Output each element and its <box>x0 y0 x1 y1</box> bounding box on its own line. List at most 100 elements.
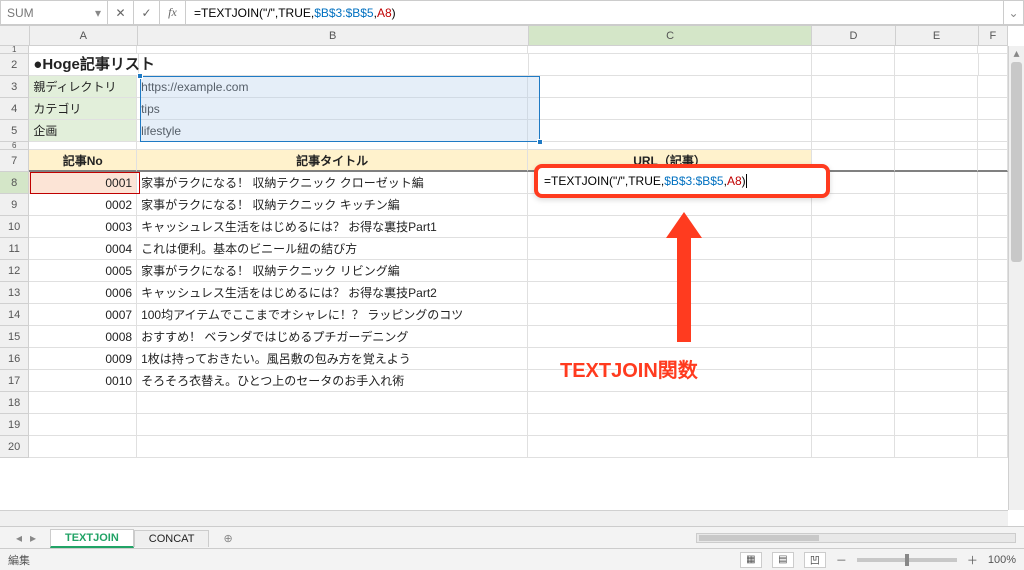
article-no[interactable]: 0003 <box>29 216 137 238</box>
table-row: 150008おすすめ！ ベランダではじめるプチガーデニング <box>0 326 1008 348</box>
col-header-E[interactable]: E <box>896 26 979 46</box>
article-title[interactable]: そろそろ衣替え。ひとつ上のセータのお手入れ術 <box>137 370 528 392</box>
column-headers: A B C D E F <box>30 26 1008 46</box>
row-header[interactable]: 4 <box>0 98 29 120</box>
article-no[interactable]: 0002 <box>29 194 137 216</box>
zoom-in-button[interactable]: ＋ <box>967 552 978 568</box>
col-header-C[interactable]: C <box>529 26 813 46</box>
article-title[interactable]: 100均アイテムでここまでオシャレに！？ ラッピングのコツ <box>137 304 528 326</box>
article-no[interactable]: 0001 <box>29 172 137 194</box>
table-row: 1600091枚は持っておきたい。風呂敷の包み方を覚えよう <box>0 348 1008 370</box>
row-header[interactable]: 15 <box>0 326 29 348</box>
name-box-dropdown-icon[interactable]: ▾ <box>95 6 101 20</box>
sheet-tab-bar: ◂ ▸ TEXTJOIN CONCAT ⊕ <box>0 526 1024 548</box>
zoom-out-button[interactable]: － <box>836 552 847 568</box>
col-title-title[interactable]: 記事タイトル <box>137 150 528 172</box>
row-header[interactable]: 13 <box>0 282 29 304</box>
vertical-scrollbar[interactable]: ▴ <box>1008 46 1024 510</box>
row-header[interactable]: 12 <box>0 260 29 282</box>
article-title[interactable]: 家事がラクになる！ 収納テクニック キッチン編 <box>137 194 528 216</box>
sheet-tab-concat[interactable]: CONCAT <box>134 530 210 547</box>
row-header[interactable]: 3 <box>0 76 29 98</box>
row-header[interactable]: 10 <box>0 216 29 238</box>
sheet-title[interactable]: ●Hoge記事リスト <box>29 54 139 76</box>
param-label[interactable]: 親ディレクトリ <box>29 76 137 98</box>
table-row: 90002家事がラクになる！ 収納テクニック キッチン編 <box>0 194 1008 216</box>
status-bar: 編集 ▦ ▤ 凹 － ＋ 100% <box>0 548 1024 570</box>
zoom-level[interactable]: 100% <box>988 554 1016 566</box>
grid-row: 20 <box>0 436 1008 458</box>
col-header-A[interactable]: A <box>30 26 138 46</box>
row-header[interactable]: 7 <box>0 150 29 172</box>
view-pagebreak-button[interactable]: 凹 <box>804 552 826 568</box>
annotation-arrow-icon <box>664 212 704 342</box>
status-mode: 編集 <box>8 552 30 568</box>
param-value[interactable]: tips <box>137 98 528 120</box>
param-label[interactable]: 企画 <box>29 120 137 142</box>
col-header-F[interactable]: F <box>979 26 1008 46</box>
cancel-formula-button[interactable]: ✕ <box>108 0 134 25</box>
row-header[interactable]: 5 <box>0 120 29 142</box>
row-header[interactable]: 16 <box>0 348 29 370</box>
annotation-label: TEXTJOIN関数 <box>560 354 698 383</box>
view-normal-button[interactable]: ▦ <box>740 552 762 568</box>
grid-row: 2 ●Hoge記事リスト <box>0 54 1008 76</box>
insert-function-button[interactable]: fx <box>160 0 186 25</box>
add-sheet-button[interactable]: ⊕ <box>209 530 237 547</box>
article-title[interactable]: 家事がラクになる！ 収納テクニック リビング編 <box>137 260 528 282</box>
article-no[interactable]: 0005 <box>29 260 137 282</box>
article-no[interactable]: 0010 <box>29 370 137 392</box>
tab-nav-prev-icon[interactable]: ◂ <box>12 531 26 545</box>
cell-editor[interactable]: =TEXTJOIN("/",TRUE, $B$3:$B$5 , A8 ) <box>534 164 830 198</box>
text-cursor-icon <box>746 174 747 188</box>
article-title[interactable]: おすすめ！ ベランダではじめるプチガーデニング <box>137 326 528 348</box>
article-title[interactable]: 1枚は持っておきたい。風呂敷の包み方を覚えよう <box>137 348 528 370</box>
zoom-slider[interactable] <box>857 558 957 562</box>
article-title[interactable]: これは便利。基本のビニール紐の結び方 <box>137 238 528 260</box>
formula-token-range: $B$3:$B$5 <box>314 6 373 20</box>
row-header[interactable]: 17 <box>0 370 29 392</box>
grid-row: 6 <box>0 142 1008 150</box>
row-header[interactable]: 9 <box>0 194 29 216</box>
row-header[interactable]: 14 <box>0 304 29 326</box>
spreadsheet-grid[interactable]: A B C D E F 1 2 ●Hoge記事リスト 3 親ディレクトリ htt… <box>0 26 1024 526</box>
formula-token-post: ) <box>392 6 396 20</box>
article-title[interactable]: キャッシュレス生活をはじめるには？ お得な裏技Part2 <box>137 282 528 304</box>
article-no[interactable]: 0006 <box>29 282 137 304</box>
name-box[interactable]: SUM ▾ <box>0 0 108 25</box>
select-all-corner[interactable] <box>0 26 30 46</box>
row-header[interactable]: 19 <box>0 414 29 436</box>
col-title-no[interactable]: 記事No <box>29 150 137 172</box>
param-value[interactable]: lifestyle <box>137 120 528 142</box>
article-no[interactable]: 0007 <box>29 304 137 326</box>
horizontal-scrollbar[interactable] <box>696 533 1016 543</box>
formula-input[interactable]: =TEXTJOIN("/",TRUE, $B$3:$B$5 , A8 ) <box>186 0 1004 25</box>
table-row: 170010そろそろ衣替え。ひとつ上のセータのお手入れ術 <box>0 370 1008 392</box>
article-no[interactable]: 0009 <box>29 348 137 370</box>
col-header-D[interactable]: D <box>812 26 895 46</box>
row-header[interactable]: 2 <box>0 54 29 76</box>
row-header[interactable]: 6 <box>0 142 29 150</box>
grid-rows: 1 2 ●Hoge記事リスト 3 親ディレクトリ https://example… <box>0 46 1008 510</box>
tab-nav-next-icon[interactable]: ▸ <box>26 531 40 545</box>
grid-row: 18 <box>0 392 1008 414</box>
grid-row: 5 企画 lifestyle <box>0 120 1008 142</box>
accept-formula-button[interactable]: ✓ <box>134 0 160 25</box>
param-label[interactable]: カテゴリ <box>29 98 137 120</box>
article-title[interactable]: 家事がラクになる！ 収納テクニック クローゼット編 <box>137 172 528 194</box>
row-header[interactable]: 11 <box>0 238 29 260</box>
row-header[interactable]: 8 <box>0 172 29 194</box>
formula-bar-expand-icon[interactable]: ⌄ <box>1004 0 1024 25</box>
table-header-row: 7 記事No 記事タイトル URL（記事） <box>0 150 1008 172</box>
view-pagelayout-button[interactable]: ▤ <box>772 552 794 568</box>
row-header[interactable]: 18 <box>0 392 29 414</box>
row-header[interactable]: 1 <box>0 46 29 54</box>
article-no[interactable]: 0008 <box>29 326 137 348</box>
article-no[interactable]: 0004 <box>29 238 137 260</box>
param-value[interactable]: https://example.com <box>137 76 528 98</box>
row-header[interactable]: 20 <box>0 436 29 458</box>
article-title[interactable]: キャッシュレス生活をはじめるには？ お得な裏技Part1 <box>137 216 528 238</box>
sheet-tab-textjoin[interactable]: TEXTJOIN <box>50 529 134 548</box>
col-header-B[interactable]: B <box>138 26 529 46</box>
grid-row: 3 親ディレクトリ https://example.com <box>0 76 1008 98</box>
